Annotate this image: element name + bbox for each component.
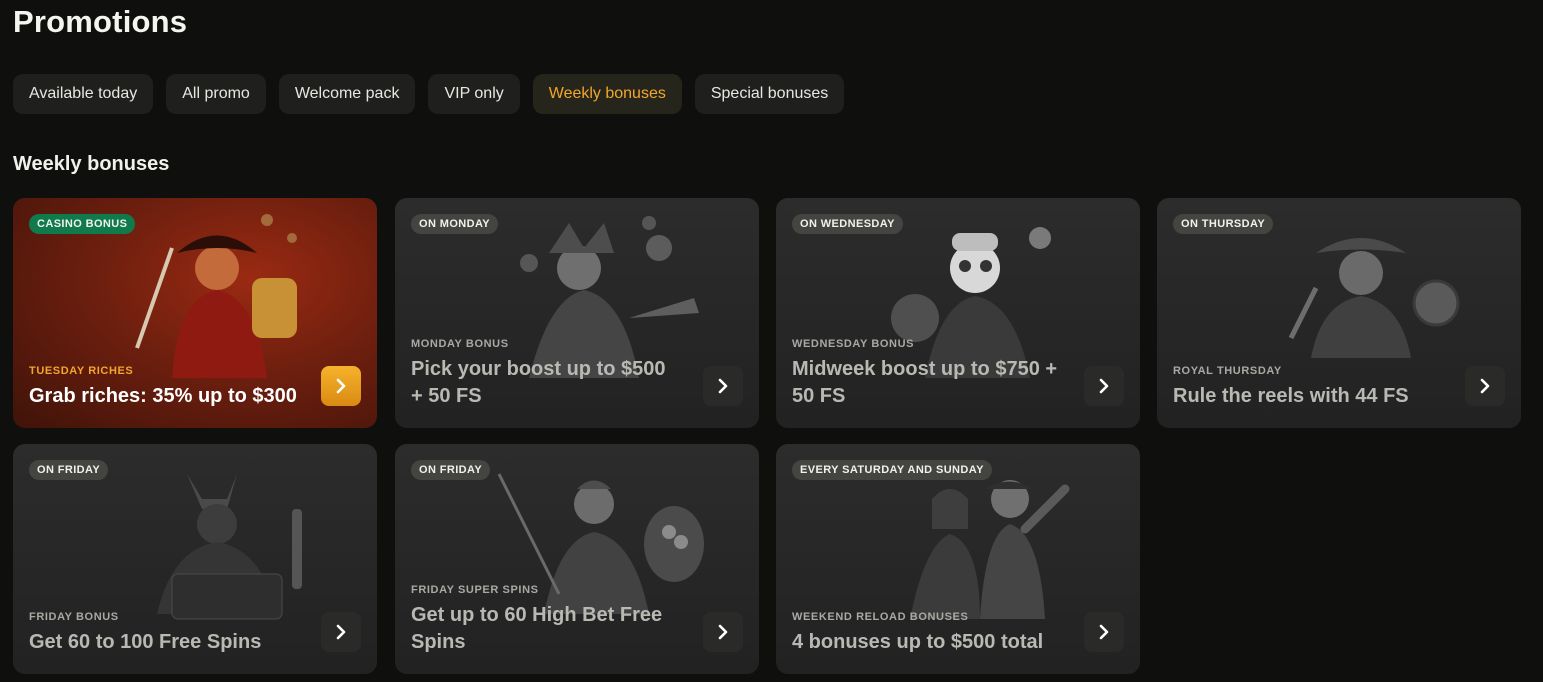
chevron-right-icon <box>1099 378 1109 394</box>
card-badge: ON THURSDAY <box>1173 214 1274 234</box>
card-badge: ON FRIDAY <box>411 460 491 480</box>
tab-vip-only[interactable]: VIP only <box>428 74 520 114</box>
anubis-slot-illustration <box>157 474 302 620</box>
card-headline: 4 bonuses up to $500 total <box>792 631 1044 653</box>
promo-card-monday[interactable]: ON MONDAY MONDAY BONUS Pick your boost u… <box>395 198 759 428</box>
promo-tabs: Available today All promo Welcome pack V… <box>13 74 845 114</box>
chevron-right-icon <box>718 624 728 640</box>
chevron-right-icon <box>1480 378 1490 394</box>
card-badge: ON MONDAY <box>411 214 499 234</box>
page-title: Promotions <box>13 4 188 39</box>
tab-all-promo[interactable]: All promo <box>166 74 266 114</box>
card-text: FRIDAY BONUS Get 60 to 100 Free Spins <box>29 611 297 656</box>
chevron-right-icon <box>336 378 346 394</box>
card-headline: Get 60 to 100 Free Spins <box>29 631 262 653</box>
chevron-right-icon <box>718 378 728 394</box>
promo-card-friday-super-spins[interactable]: ON FRIDAY FRIDAY SUPER SPINS Get up to 6… <box>395 444 759 674</box>
card-eyebrow: FRIDAY SUPER SPINS <box>411 584 539 596</box>
tab-available-today[interactable]: Available today <box>13 74 154 114</box>
card-arrow-button[interactable] <box>1465 366 1505 406</box>
tab-special-bonuses[interactable]: Special bonuses <box>694 74 845 114</box>
card-arrow-button[interactable] <box>703 366 743 406</box>
card-badge: ON WEDNESDAY <box>792 214 903 234</box>
tab-welcome-pack[interactable]: Welcome pack <box>278 74 416 114</box>
card-headline: Get up to 60 High Bet Free Spins <box>411 604 663 653</box>
card-text: MONDAY BONUS Pick your boost up to $500 … <box>411 338 679 410</box>
card-arrow-button[interactable] <box>1084 612 1124 652</box>
card-eyebrow: WEDNESDAY BONUS <box>792 338 915 350</box>
card-text: ROYAL THURSDAY Rule the reels with 44 FS <box>1173 365 1441 410</box>
card-arrow-button[interactable] <box>1084 366 1124 406</box>
tab-weekly-bonuses[interactable]: Weekly bonuses <box>532 74 682 114</box>
card-eyebrow: FRIDAY BONUS <box>29 611 119 623</box>
card-eyebrow: WEEKEND RELOAD BONUSES <box>792 611 969 623</box>
card-badge: ON FRIDAY <box>29 460 109 480</box>
card-eyebrow: ROYAL THURSDAY <box>1173 365 1282 377</box>
promo-card-tuesday[interactable]: CASINO BONUS TUESDAY RICHES Grab riches:… <box>13 198 377 428</box>
card-headline: Pick your boost up to $500 + 50 FS <box>411 358 666 407</box>
card-headline: Midweek boost up to $750 + 50 FS <box>792 358 1058 407</box>
card-arrow-button[interactable] <box>321 366 361 406</box>
promo-card-friday-bonus[interactable]: ON FRIDAY FRIDAY BONUS Get 60 to 100 Fre… <box>13 444 377 674</box>
card-text: WEDNESDAY BONUS Midweek boost up to $750… <box>792 338 1060 410</box>
promo-card-weekend-reload[interactable]: EVERY SATURDAY AND SUNDAY WEEKEND RELOAD… <box>776 444 1140 674</box>
card-text: FRIDAY SUPER SPINS Get up to 60 High Bet… <box>411 584 679 656</box>
card-headline: Rule the reels with 44 FS <box>1173 385 1409 407</box>
card-badge: EVERY SATURDAY AND SUNDAY <box>792 460 992 480</box>
promo-card-wednesday[interactable]: ON WEDNESDAY WEDNESDAY BONUS Midweek boo… <box>776 198 1140 428</box>
card-badge: CASINO BONUS <box>29 214 136 234</box>
promo-card-thursday[interactable]: ON THURSDAY ROYAL THURSDAY Rule the reel… <box>1157 198 1521 428</box>
card-arrow-button[interactable] <box>321 612 361 652</box>
card-text: TUESDAY RICHES Grab riches: 35% up to $3… <box>29 365 297 410</box>
card-eyebrow: TUESDAY RICHES <box>29 365 134 377</box>
chevron-right-icon <box>336 624 346 640</box>
card-headline: Grab riches: 35% up to $300 <box>29 385 297 407</box>
section-title: Weekly bonuses <box>13 153 170 175</box>
chevron-right-icon <box>1099 624 1109 640</box>
card-eyebrow: MONDAY BONUS <box>411 338 509 350</box>
card-text: WEEKEND RELOAD BONUSES 4 bonuses up to $… <box>792 611 1060 656</box>
card-arrow-button[interactable] <box>703 612 743 652</box>
